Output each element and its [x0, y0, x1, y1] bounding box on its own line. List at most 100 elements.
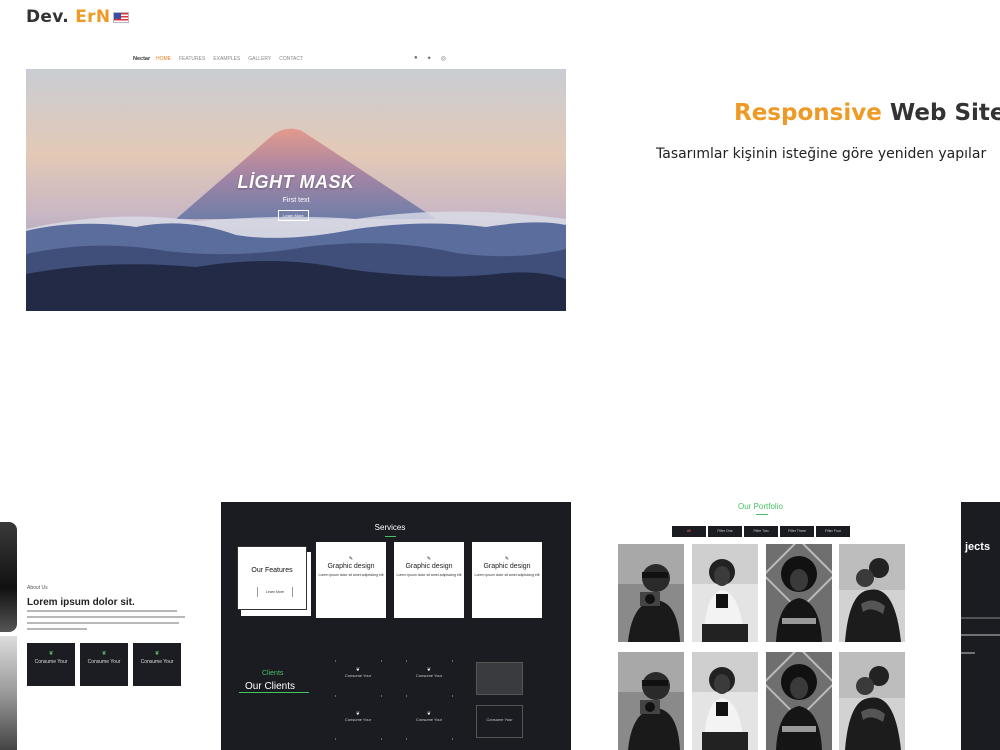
services-title: Services [374, 523, 406, 532]
brand-prefix: Dev. [26, 7, 69, 27]
clients-title: Our Clients [245, 681, 296, 692]
about-small-label: About Us [27, 585, 48, 591]
portfolio-tab-filter-two[interactable]: Filter Two [744, 526, 778, 537]
hero-preview-navbar: Nectar HOME FEATURES EXAMPLES GALLERY CO… [26, 50, 566, 69]
grid-tick [452, 738, 453, 740]
grid-tick [406, 738, 407, 740]
grid-tick [406, 695, 407, 697]
about-photo-top[interactable] [0, 522, 17, 632]
hero-learn-more-button[interactable]: Learn More [278, 210, 309, 221]
service-card-title: Graphic design [327, 563, 375, 570]
grid-tick [335, 660, 336, 662]
service-card[interactable]: ✎ Graphic design Lorem ipsum dolor sit a… [316, 542, 386, 618]
projects-preview[interactable]: jects [961, 502, 1000, 750]
portfolio-photo-woman[interactable] [692, 652, 758, 750]
client-label: Consume Your [344, 673, 372, 678]
client-logo-outlined[interactable]: Consume Your [476, 705, 523, 738]
projects-text-line [961, 652, 975, 654]
client-label: Consume Your [415, 673, 443, 678]
client-logo[interactable]: ❦ Consume Your [335, 712, 381, 723]
brand-logo[interactable]: Dev. ErN [26, 7, 110, 27]
preview-nav-item-features: FEATURES [179, 56, 206, 62]
preview-nav-item-contact: CONTACT [279, 56, 304, 62]
preview-nav-brand: Nectar [133, 56, 151, 62]
about-box-label: Consume Your [34, 659, 68, 665]
twitter-icon: ✦ [426, 56, 432, 62]
client-label: Consume Your [415, 717, 443, 722]
portfolio-photo-afro[interactable] [766, 652, 832, 750]
about-text-lines [27, 610, 187, 636]
portfolio-photo-couple[interactable] [839, 652, 905, 750]
services-underline [385, 536, 396, 537]
service-card-text: Lorem ipsum dolor sit amet adipisicing e… [396, 573, 462, 577]
portfolio-photo-art [692, 544, 758, 642]
hero-preview-image[interactable]: LİGHT MASK First text Learn More [26, 69, 566, 311]
portfolio-photo-afro[interactable] [766, 544, 832, 642]
facebook-icon: ● [414, 55, 418, 61]
portfolio-tab-filter-one[interactable]: Filter One [708, 526, 742, 537]
service-card-text: Lorem ipsum dolor sit amet adipisicing e… [474, 573, 540, 577]
headline-title: Responsive Web Sitesi [734, 100, 1000, 126]
our-features-card[interactable]: Our Features Learn More [237, 546, 307, 610]
portfolio-photo-woman[interactable] [692, 544, 758, 642]
about-photo-bottom[interactable] [0, 636, 17, 750]
portfolio-photo-couple[interactable] [839, 544, 905, 642]
client-logo[interactable]: ❦ Consume Your [406, 668, 452, 679]
grid-tick [406, 660, 407, 662]
portfolio-photo-camera-man[interactable] [618, 652, 684, 750]
client-logo[interactable]: ❦ Consume Your [335, 668, 381, 679]
service-card[interactable]: ✎ Graphic design Lorem ipsum dolor sit a… [394, 542, 464, 618]
headline-rest: Web Sitesi [889, 100, 1000, 126]
about-title: Lorem ipsum dolor sit. [27, 597, 135, 608]
projects-title: jects [965, 541, 991, 553]
grid-tick [381, 695, 382, 697]
leaf-icon: ❦ [48, 651, 54, 657]
about-feature-box[interactable]: ❦ Consume Your [80, 643, 128, 686]
grid-tick [335, 695, 336, 697]
headline-subtitle: Tasarımlar kişinin isteğine göre yeniden… [656, 146, 987, 162]
portfolio-tab-filter-three[interactable]: Filter Three [780, 526, 814, 537]
features-learn-more-button[interactable]: Learn More [257, 587, 293, 597]
service-card[interactable]: ✎ Graphic design Lorem ipsum dolor sit a… [472, 542, 542, 618]
grid-tick [381, 660, 382, 662]
us-flag-icon[interactable] [113, 12, 129, 23]
portfolio-photo-art [618, 652, 684, 750]
preview-nav-item-home: HOME [156, 56, 171, 62]
portfolio-photo-art [766, 652, 832, 750]
headline-accent: Responsive [734, 100, 882, 126]
grid-tick [452, 695, 453, 697]
grid-tick [452, 660, 453, 662]
services-preview[interactable]: Services Our Features Learn More ✎ Graph… [221, 502, 571, 750]
our-features-title: Our Features [251, 567, 293, 574]
grid-tick [381, 738, 382, 740]
clients-small-label: Clients [262, 670, 284, 677]
instagram-icon: ◎ [440, 56, 446, 62]
portfolio-underline [756, 514, 768, 515]
preview-nav-item-examples: EXAMPLES [213, 56, 241, 62]
hero-title: LİGHT MASK [237, 172, 355, 192]
about-feature-box[interactable]: ❦ Consume Your [27, 643, 75, 686]
brand-accent: ErN [75, 7, 111, 27]
leaf-icon: ❦ [101, 651, 107, 657]
about-box-label: Consume Your [87, 659, 121, 665]
portfolio-photo-art [839, 652, 905, 750]
portfolio-photo-art [618, 544, 684, 642]
about-feature-box[interactable]: ❦ Consume Your [133, 643, 181, 686]
portfolio-tab-all[interactable]: All [672, 526, 706, 537]
portfolio-photo-art [766, 544, 832, 642]
portfolio-photo-art [692, 652, 758, 750]
portfolio-filter-tabs: All Filter One Filter Two Filter Three F… [672, 526, 850, 537]
service-card-title: Graphic design [405, 563, 453, 570]
about-box-label: Consume Your [140, 659, 174, 665]
projects-text-line [961, 617, 1000, 619]
portfolio-tab-filter-four[interactable]: Filter Four [816, 526, 850, 537]
leaf-icon: ❦ [154, 651, 160, 657]
portfolio-photo-art [839, 544, 905, 642]
service-card-text: Lorem ipsum dolor sit amet adipisicing e… [318, 573, 384, 577]
client-logo-highlight[interactable] [476, 662, 523, 695]
portfolio-photo-camera-man[interactable] [618, 544, 684, 642]
preview-nav-item-gallery: GALLERY [248, 56, 272, 62]
service-card-title: Graphic design [483, 563, 531, 570]
client-logo[interactable]: ❦ Consume Your [406, 712, 452, 723]
projects-text-line [961, 634, 1000, 636]
